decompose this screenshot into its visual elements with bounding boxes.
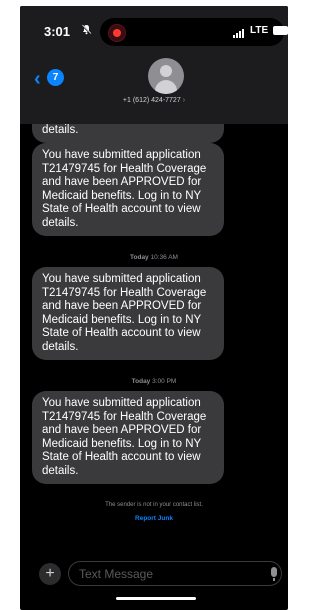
signal-icon [233, 28, 247, 38]
back-count-badge[interactable]: 7 [47, 69, 64, 86]
battery-icon [273, 26, 288, 35]
status-time: 3:01 [44, 24, 71, 39]
chevron-right-icon: › [182, 97, 186, 104]
home-indicator[interactable] [116, 597, 196, 600]
timestamp: Today 3:00 PM [131, 378, 177, 385]
bell-slash-icon [81, 24, 92, 38]
network-label: LTE [250, 25, 269, 36]
report-junk-link[interactable]: Report Junk [20, 515, 288, 522]
contact-phone-number[interactable]: +1 (612) 424-7727 › [20, 97, 288, 104]
message-input[interactable] [68, 561, 282, 586]
recording-indicator-icon [108, 24, 126, 42]
unknown-sender-note: The sender is not in your contact list. [105, 502, 203, 508]
message-bubble: You have submitted application T21479745… [32, 143, 224, 236]
phone-screen: State of Health account to view details.… [20, 6, 288, 610]
back-chevron-icon[interactable]: ‹ [34, 68, 41, 91]
conversation-header: 3:01 LTE ‹ 7 +1 (612) 424-7727 › [20, 6, 288, 124]
message-bubble: You have submitted application T21479745… [32, 267, 224, 360]
microphone-icon[interactable] [271, 567, 277, 581]
message-bubble: You have submitted application T21479745… [32, 391, 224, 484]
avatar-icon[interactable] [148, 58, 184, 94]
plus-icon[interactable]: + [39, 563, 61, 585]
timestamp: Today 10:36 AM [130, 254, 178, 261]
